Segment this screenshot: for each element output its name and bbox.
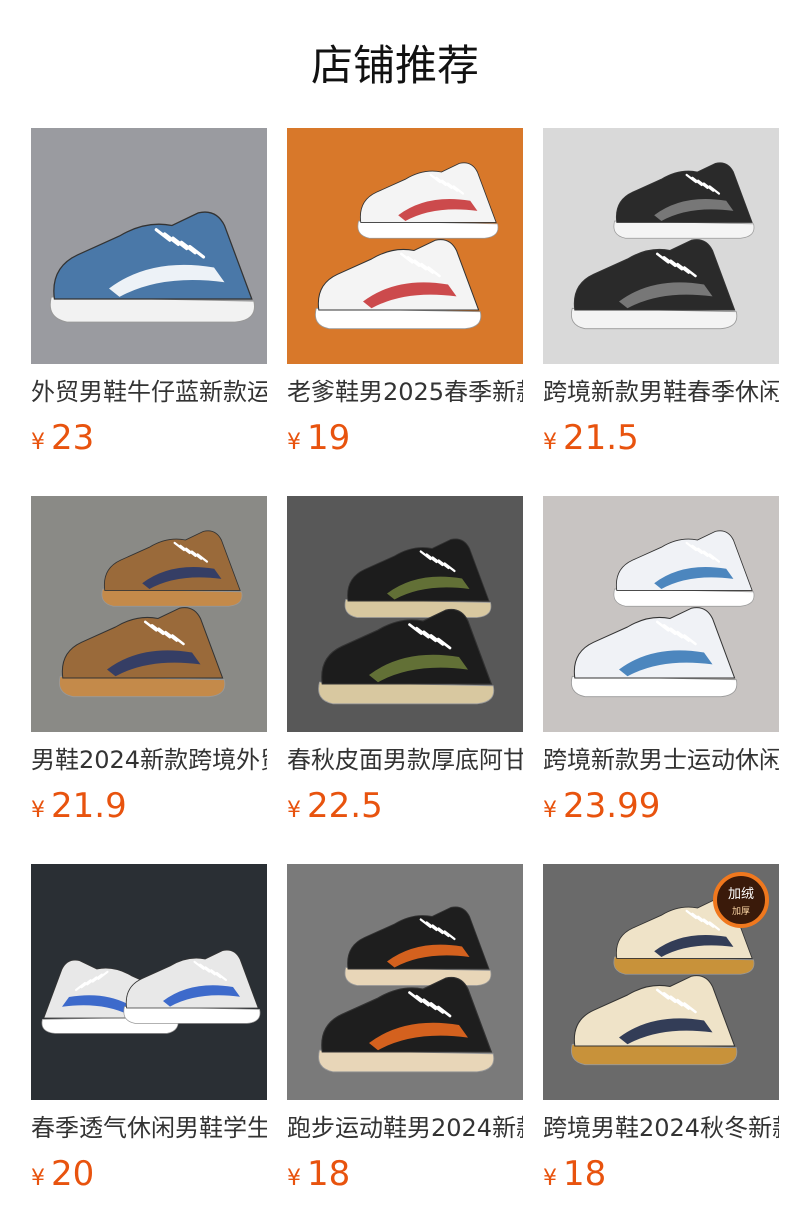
- currency-symbol: ¥: [543, 1166, 557, 1191]
- product-image[interactable]: [543, 128, 779, 364]
- white-red-navy-sneakers-orange-box-icon: [287, 128, 523, 364]
- price-value: 22.5: [307, 786, 383, 826]
- black-white-gray-sneakers-icon: [543, 128, 779, 364]
- product-card[interactable]: 跨境新款男鞋春季休闲 ¥21.5: [543, 128, 779, 458]
- product-price: ¥21.9: [31, 786, 127, 826]
- product-image[interactable]: [287, 496, 523, 732]
- product-card[interactable]: 跨境新款男士运动休闲鞋 ¥23.99: [543, 496, 779, 826]
- product-image[interactable]: [287, 128, 523, 364]
- product-image[interactable]: [31, 496, 267, 732]
- product-image[interactable]: [543, 496, 779, 732]
- product-name[interactable]: 跨境男鞋2024秋冬新款: [543, 1112, 779, 1144]
- denim-blue-sneaker-silver-background-icon: [31, 128, 267, 364]
- product-card[interactable]: 春秋皮面男款厚底阿甘鞋 ¥22.5: [287, 496, 523, 826]
- product-price: ¥18: [287, 1154, 350, 1194]
- product-name[interactable]: 老爹鞋男2025春季新款: [287, 376, 523, 408]
- product-name[interactable]: 男鞋2024新款跨境外贸: [31, 744, 267, 776]
- currency-symbol: ¥: [543, 798, 557, 823]
- currency-symbol: ¥: [287, 430, 301, 455]
- price-value: 20: [51, 1154, 95, 1194]
- beige-navy-winter-sneakers-icon: 加绒加厚: [543, 864, 779, 1100]
- product-card[interactable]: 老爹鞋男2025春季新款 ¥19: [287, 128, 523, 458]
- currency-symbol: ¥: [31, 798, 45, 823]
- white-blue-orange-running-shoes-icon: [543, 496, 779, 732]
- price-value: 23.99: [563, 786, 661, 826]
- product-price: ¥22.5: [287, 786, 383, 826]
- white-gray-blue-sneakers-in-hand-icon: [31, 864, 267, 1100]
- product-card[interactable]: 外贸男鞋牛仔蓝新款运动休闲鞋 ¥23: [31, 128, 267, 458]
- product-name[interactable]: 跨境新款男士运动休闲鞋: [543, 744, 779, 776]
- product-name[interactable]: 春秋皮面男款厚底阿甘鞋: [287, 744, 523, 776]
- product-price: ¥20: [31, 1154, 94, 1194]
- product-image[interactable]: [287, 864, 523, 1100]
- fleece-badge-subtext: 加厚: [732, 906, 750, 917]
- product-name[interactable]: 跑步运动鞋男2024新款: [287, 1112, 523, 1144]
- price-value: 18: [307, 1154, 351, 1194]
- product-card[interactable]: 跑步运动鞋男2024新款 ¥18: [287, 864, 523, 1194]
- price-value: 21.9: [51, 786, 127, 826]
- product-price: ¥23: [31, 418, 94, 458]
- currency-symbol: ¥: [31, 1166, 45, 1191]
- currency-symbol: ¥: [287, 1166, 301, 1191]
- product-image[interactable]: [31, 128, 267, 364]
- fleece-badge-text: 加绒: [728, 887, 754, 902]
- price-value: 19: [307, 418, 351, 458]
- currency-symbol: ¥: [543, 430, 557, 455]
- fleece-badge: 加绒加厚: [713, 872, 769, 928]
- price-value: 23: [51, 418, 95, 458]
- product-name[interactable]: 春季透气休闲男鞋学生: [31, 1112, 267, 1144]
- product-price: ¥23.99: [543, 786, 660, 826]
- brown-leather-sneaker-icon: [31, 496, 267, 732]
- black-beige-orange-sneakers-icon: [287, 864, 523, 1100]
- product-name[interactable]: 跨境新款男鞋春季休闲: [543, 376, 779, 408]
- page-title: 店铺推荐: [310, 41, 479, 90]
- currency-symbol: ¥: [287, 798, 301, 823]
- product-card[interactable]: 男鞋2024新款跨境外贸 ¥21.9: [31, 496, 267, 826]
- product-price: ¥21.5: [543, 418, 639, 458]
- price-value: 18: [563, 1154, 607, 1194]
- product-image[interactable]: [31, 864, 267, 1100]
- product-price: ¥18: [543, 1154, 606, 1194]
- price-value: 21.5: [563, 418, 639, 458]
- product-image[interactable]: 加绒 加厚: [543, 864, 779, 1100]
- product-price: ¥19: [287, 418, 350, 458]
- product-name[interactable]: 外贸男鞋牛仔蓝新款运动休闲鞋: [31, 376, 267, 408]
- currency-symbol: ¥: [31, 430, 45, 455]
- product-card[interactable]: 春季透气休闲男鞋学生 ¥20: [31, 864, 267, 1194]
- product-card[interactable]: 加绒加厚 跨境男鞋2024秋冬新款 ¥18: [543, 864, 779, 1194]
- black-olive-sneakers-icon: [287, 496, 523, 732]
